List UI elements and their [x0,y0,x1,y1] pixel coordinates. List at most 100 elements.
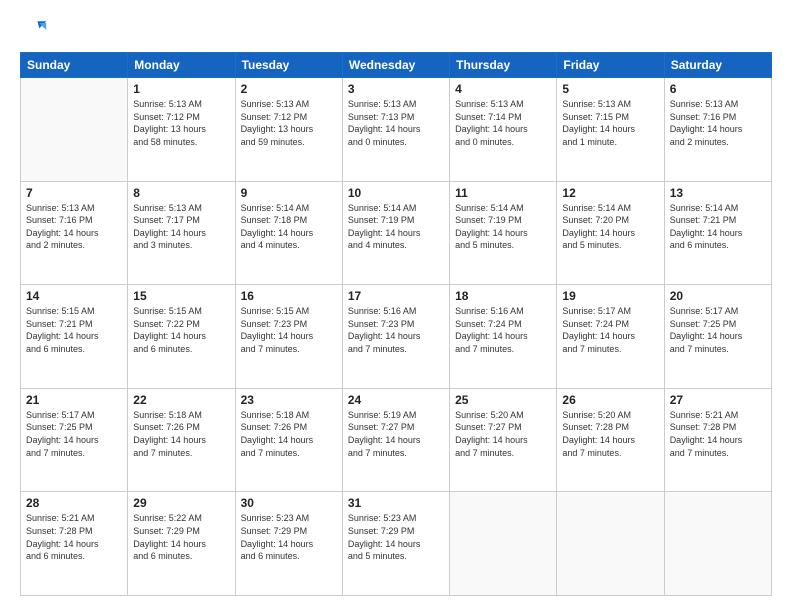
day-cell: 4 Sunrise: 5:13 AM Sunset: 7:14 PM Daylig… [450,78,557,182]
day-number: 24 [348,393,444,407]
day-cell: 22Sunrise: 5:18 AM Sunset: 7:26 PM Dayli… [128,388,235,492]
day-number: 22 [133,393,229,407]
day-cell: 15 Sunrise: 5:15 AM Sunset: 7:22 PM Dayli… [128,285,235,389]
day-cell: 18 Sunrise: 5:16 AM Sunset: 7:24 PM Dayli… [450,285,557,389]
day-info: Sunrise: 5:13 AM Sunset: 7:15 PM Dayligh… [562,98,658,148]
week-row-4: 21 Sunrise: 5:17 AM Sunset: 7:25 PM Dayli… [21,388,772,492]
day-info: Sunrise: 5:17 AM Sunset: 7:25 PM Dayligh… [26,409,122,459]
day-info: Sunrise: 5:15 AM Sunset: 7:21 PM Dayligh… [26,305,122,355]
day-info: Sunrise: 5:14 AM Sunset: 7:18 PM Dayligh… [241,202,337,252]
day-cell: 14Sunrise: 5:15 AM Sunset: 7:21 PM Dayli… [21,285,128,389]
day-cell [21,78,128,182]
day-cell: 17 Sunrise: 5:16 AM Sunset: 7:23 PM Dayli… [342,285,449,389]
day-number: 2 [241,82,337,96]
week-row-3: 14Sunrise: 5:15 AM Sunset: 7:21 PM Dayli… [21,285,772,389]
day-cell: 29 Sunrise: 5:22 AM Sunset: 7:29 PM Dayli… [128,492,235,596]
day-cell: 31 Sunrise: 5:23 AM Sunset: 7:29 PM Dayli… [342,492,449,596]
day-number: 12 [562,186,658,200]
day-info: Sunrise: 5:18 AM Sunset: 7:26 PM Dayligh… [241,409,337,459]
day-number: 16 [241,289,337,303]
day-info: Sunrise: 5:14 AM Sunset: 7:19 PM Dayligh… [348,202,444,252]
day-number: 27 [670,393,766,407]
day-cell: 8Sunrise: 5:13 AM Sunset: 7:17 PM Daylig… [128,181,235,285]
day-number: 18 [455,289,551,303]
day-number: 7 [26,186,122,200]
day-number: 13 [670,186,766,200]
day-info: Sunrise: 5:16 AM Sunset: 7:23 PM Dayligh… [348,305,444,355]
page: SundayMondayTuesdayWednesdayThursdayFrid… [0,0,792,612]
day-cell: 12Sunrise: 5:14 AM Sunset: 7:20 PM Dayli… [557,181,664,285]
day-cell: 3Sunrise: 5:13 AM Sunset: 7:13 PM Daylig… [342,78,449,182]
day-cell: 23 Sunrise: 5:18 AM Sunset: 7:26 PM Dayli… [235,388,342,492]
week-row-2: 7 Sunrise: 5:13 AM Sunset: 7:16 PM Daylig… [21,181,772,285]
day-info: Sunrise: 5:13 AM Sunset: 7:12 PM Dayligh… [133,98,229,148]
day-number: 23 [241,393,337,407]
day-cell: 1 Sunrise: 5:13 AM Sunset: 7:12 PM Daylig… [128,78,235,182]
day-info: Sunrise: 5:13 AM Sunset: 7:16 PM Dayligh… [26,202,122,252]
day-info: Sunrise: 5:14 AM Sunset: 7:19 PM Dayligh… [455,202,551,252]
day-number: 5 [562,82,658,96]
day-info: Sunrise: 5:13 AM Sunset: 7:17 PM Dayligh… [133,202,229,252]
day-info: Sunrise: 5:14 AM Sunset: 7:21 PM Dayligh… [670,202,766,252]
day-info: Sunrise: 5:19 AM Sunset: 7:27 PM Dayligh… [348,409,444,459]
day-number: 29 [133,496,229,510]
day-info: Sunrise: 5:13 AM Sunset: 7:12 PM Dayligh… [241,98,337,148]
day-cell: 9 Sunrise: 5:14 AM Sunset: 7:18 PM Daylig… [235,181,342,285]
day-number: 20 [670,289,766,303]
day-number: 11 [455,186,551,200]
day-cell: 6 Sunrise: 5:13 AM Sunset: 7:16 PM Daylig… [664,78,771,182]
calendar-table: SundayMondayTuesdayWednesdayThursdayFrid… [20,52,772,596]
day-cell: 24 Sunrise: 5:19 AM Sunset: 7:27 PM Dayli… [342,388,449,492]
day-info: Sunrise: 5:17 AM Sunset: 7:24 PM Dayligh… [562,305,658,355]
day-info: Sunrise: 5:13 AM Sunset: 7:16 PM Dayligh… [670,98,766,148]
day-number: 4 [455,82,551,96]
day-cell: 10 Sunrise: 5:14 AM Sunset: 7:19 PM Dayli… [342,181,449,285]
weekday-wednesday: Wednesday [342,53,449,78]
day-cell: 28Sunrise: 5:21 AM Sunset: 7:28 PM Dayli… [21,492,128,596]
day-number: 9 [241,186,337,200]
day-number: 28 [26,496,122,510]
day-info: Sunrise: 5:13 AM Sunset: 7:13 PM Dayligh… [348,98,444,148]
day-cell: 19 Sunrise: 5:17 AM Sunset: 7:24 PM Dayli… [557,285,664,389]
day-cell: 25 Sunrise: 5:20 AM Sunset: 7:27 PM Dayli… [450,388,557,492]
day-info: Sunrise: 5:20 AM Sunset: 7:27 PM Dayligh… [455,409,551,459]
day-info: Sunrise: 5:15 AM Sunset: 7:23 PM Dayligh… [241,305,337,355]
day-number: 10 [348,186,444,200]
weekday-saturday: Saturday [664,53,771,78]
day-cell: 16 Sunrise: 5:15 AM Sunset: 7:23 PM Dayli… [235,285,342,389]
header [20,16,772,44]
day-cell: 11 Sunrise: 5:14 AM Sunset: 7:19 PM Dayli… [450,181,557,285]
day-cell [557,492,664,596]
weekday-sunday: Sunday [21,53,128,78]
day-number: 15 [133,289,229,303]
day-number: 17 [348,289,444,303]
day-number: 21 [26,393,122,407]
weekday-tuesday: Tuesday [235,53,342,78]
day-cell: 13 Sunrise: 5:14 AM Sunset: 7:21 PM Dayli… [664,181,771,285]
day-info: Sunrise: 5:15 AM Sunset: 7:22 PM Dayligh… [133,305,229,355]
week-row-1: 1 Sunrise: 5:13 AM Sunset: 7:12 PM Daylig… [21,78,772,182]
day-info: Sunrise: 5:23 AM Sunset: 7:29 PM Dayligh… [241,512,337,562]
day-number: 1 [133,82,229,96]
day-cell [450,492,557,596]
day-info: Sunrise: 5:13 AM Sunset: 7:14 PM Dayligh… [455,98,551,148]
day-info: Sunrise: 5:23 AM Sunset: 7:29 PM Dayligh… [348,512,444,562]
weekday-friday: Friday [557,53,664,78]
day-cell: 21 Sunrise: 5:17 AM Sunset: 7:25 PM Dayli… [21,388,128,492]
day-number: 25 [455,393,551,407]
day-cell: 20Sunrise: 5:17 AM Sunset: 7:25 PM Dayli… [664,285,771,389]
day-number: 19 [562,289,658,303]
weekday-header-row: SundayMondayTuesdayWednesdayThursdayFrid… [21,53,772,78]
logo [20,16,52,44]
day-cell: 26Sunrise: 5:20 AM Sunset: 7:28 PM Dayli… [557,388,664,492]
day-cell: 2 Sunrise: 5:13 AM Sunset: 7:12 PM Daylig… [235,78,342,182]
week-row-5: 28Sunrise: 5:21 AM Sunset: 7:28 PM Dayli… [21,492,772,596]
day-info: Sunrise: 5:21 AM Sunset: 7:28 PM Dayligh… [670,409,766,459]
day-number: 6 [670,82,766,96]
day-cell: 30Sunrise: 5:23 AM Sunset: 7:29 PM Dayli… [235,492,342,596]
day-cell: 27 Sunrise: 5:21 AM Sunset: 7:28 PM Dayli… [664,388,771,492]
day-number: 31 [348,496,444,510]
weekday-thursday: Thursday [450,53,557,78]
day-info: Sunrise: 5:22 AM Sunset: 7:29 PM Dayligh… [133,512,229,562]
day-info: Sunrise: 5:16 AM Sunset: 7:24 PM Dayligh… [455,305,551,355]
